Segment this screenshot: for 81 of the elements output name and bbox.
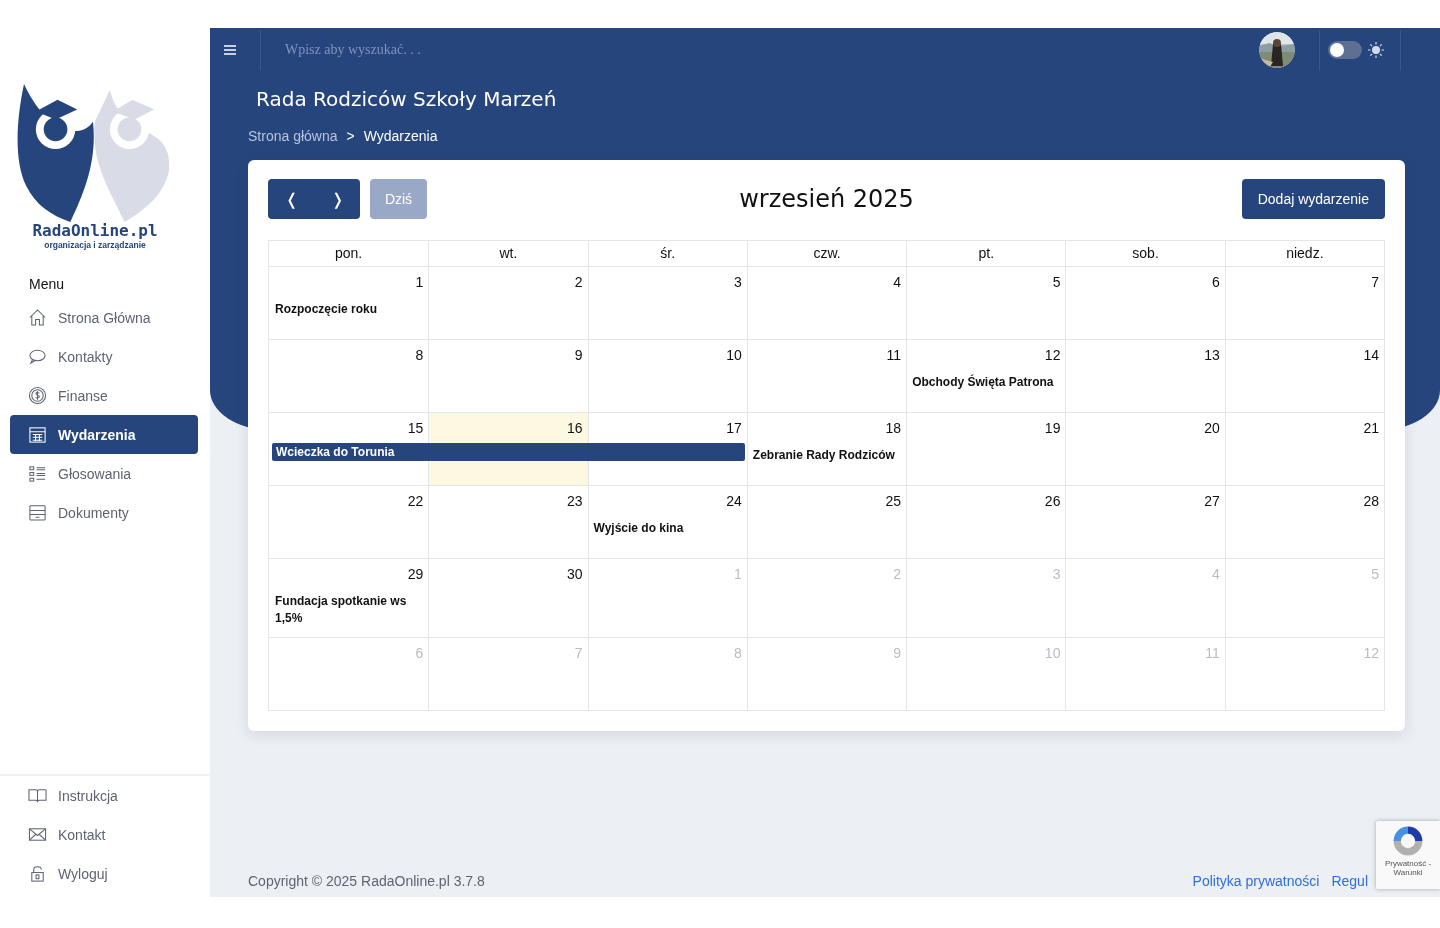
day-number[interactable]: 6 xyxy=(1211,267,1225,297)
weekday-header: wt. xyxy=(428,241,588,267)
day-number[interactable]: 14 xyxy=(1363,340,1384,370)
day-number[interactable]: 21 xyxy=(1363,413,1384,443)
menu-heading: Menu xyxy=(29,276,66,292)
sidebar-item[interactable]: Kontakty xyxy=(10,337,198,376)
sidebar-item[interactable]: Głosowania xyxy=(10,454,198,493)
sidebar-item[interactable]: Instrukcja xyxy=(10,776,198,815)
weekday-header: czw. xyxy=(746,241,907,267)
day-number[interactable]: 29 xyxy=(407,559,429,589)
sidebar-item[interactable]: Wydarzenia xyxy=(10,415,198,454)
weekday-header: sob. xyxy=(1065,241,1225,267)
padlock-icon xyxy=(28,864,47,883)
day-number[interactable]: 1 xyxy=(415,267,429,297)
calendar-icon xyxy=(28,425,47,444)
day-number[interactable]: 26 xyxy=(1044,486,1066,516)
footer-link[interactable]: Regul xyxy=(1331,873,1368,889)
coin-icon xyxy=(28,386,47,405)
event-label[interactable]: Fundacja spotkanie ws 1,5% xyxy=(269,589,429,637)
logo-tagline: organizacja i zarządzanie xyxy=(44,240,146,250)
day-number[interactable]: 15 xyxy=(407,413,429,443)
book-icon xyxy=(28,786,47,805)
next-month-button[interactable]: ❭ xyxy=(314,179,360,219)
day-number[interactable]: 4 xyxy=(893,267,907,297)
day-number[interactable]: 22 xyxy=(407,486,429,516)
checklist-icon xyxy=(28,464,47,483)
footer-link[interactable]: Polityka prywatności xyxy=(1192,873,1320,889)
day-number[interactable]: 16 xyxy=(567,413,588,443)
day-number[interactable]: 27 xyxy=(1204,486,1225,516)
day-number[interactable]: 18 xyxy=(885,413,907,443)
weekday-header: pon. xyxy=(269,241,429,267)
breadcrumb-link[interactable]: Strona główna xyxy=(248,128,338,144)
day-number[interactable]: 3 xyxy=(734,267,747,297)
chat-bubble-icon xyxy=(28,347,47,366)
recaptcha-badge[interactable]: Prywatność - Warunki xyxy=(1376,821,1440,889)
menu-icon[interactable] xyxy=(224,45,236,55)
day-number[interactable]: 19 xyxy=(1044,413,1066,443)
day-number[interactable]: 24 xyxy=(726,486,747,516)
search-field[interactable]: Wpisz aby wyszukać. . . xyxy=(285,42,1259,58)
day-number[interactable]: 2 xyxy=(574,267,588,297)
event-label[interactable]: Obchody Święta Patrona xyxy=(906,370,1066,407)
sidebar-item[interactable]: Finanse xyxy=(10,376,198,415)
day-number[interactable]: 17 xyxy=(726,413,747,443)
day-number[interactable]: 11 xyxy=(886,340,907,370)
sidebar-item[interactable]: Wyloguj xyxy=(10,854,198,893)
weekday-header: niedz. xyxy=(1224,241,1384,267)
event-label[interactable]: Wyjście do kina xyxy=(587,516,747,553)
add-event-button[interactable]: Dodaj wydarzenie xyxy=(1241,179,1385,219)
home-icon xyxy=(28,308,47,327)
day-number[interactable]: 25 xyxy=(885,486,907,516)
sidebar-item[interactable]: Strona Główna xyxy=(10,298,198,337)
day-number[interactable]: 13 xyxy=(1204,340,1225,370)
breadcrumb-separator: > xyxy=(346,128,355,144)
page-title: Rada Rodziców Szkoły Marzeń xyxy=(256,87,558,111)
day-number[interactable]: 12 xyxy=(1044,340,1066,370)
drawer-icon xyxy=(28,503,47,522)
copyright-text: Copyright © 2025 RadaOnline.pl 3.7.8 xyxy=(248,873,485,889)
day-number[interactable]: 20 xyxy=(1204,413,1225,443)
logo-name: RadaOnline.pl xyxy=(32,221,158,240)
day-number[interactable]: 28 xyxy=(1363,486,1384,516)
event-label[interactable]: Rozpoczęcie roku xyxy=(269,297,429,334)
envelope-icon xyxy=(28,825,47,844)
sun-icon[interactable] xyxy=(1368,42,1384,58)
sidebar-item[interactable]: Kontakt xyxy=(10,815,198,854)
previous-month-button[interactable]: ❬ xyxy=(268,179,314,219)
day-number[interactable]: 9 xyxy=(574,340,588,370)
month-title: wrzesień 2025 xyxy=(739,185,914,213)
day-number[interactable]: 5 xyxy=(1052,267,1066,297)
weekday-header: śr. xyxy=(587,241,747,267)
day-number[interactable]: 7 xyxy=(1371,267,1384,297)
recaptcha-text: Prywatność - Warunki xyxy=(1383,859,1433,877)
day-number[interactable]: 10 xyxy=(726,340,747,370)
sidebar-item[interactable]: Dokumenty xyxy=(10,493,198,532)
event-bar[interactable]: Wcieczka do Torunia xyxy=(272,443,745,461)
event-label[interactable]: Zebranie Rady Rodziców xyxy=(746,443,907,480)
weekday-header: pt. xyxy=(906,241,1066,267)
day-number[interactable]: 30 xyxy=(567,559,588,589)
day-number[interactable]: 8 xyxy=(415,340,429,370)
day-number[interactable]: 23 xyxy=(567,486,588,516)
theme-toggle[interactable] xyxy=(1328,41,1362,59)
breadcrumb-link[interactable]: Wydarzenia xyxy=(363,128,438,144)
